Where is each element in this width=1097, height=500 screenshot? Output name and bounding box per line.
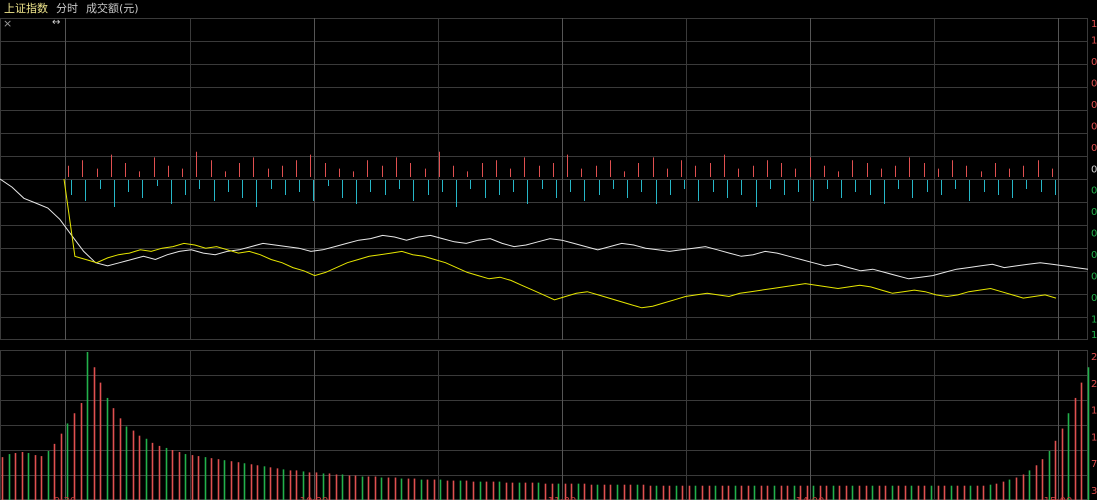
volume-axis-label: 1 [1091, 406, 1097, 417]
chart-header: 上证指数 分时 成交额(元) [0, 0, 1097, 17]
price-line [0, 178, 1089, 280]
average-price-line [63, 178, 1057, 309]
time-axis-label: 10:30 [300, 496, 329, 500]
volume-chart[interactable]: 2211739:3010:3011:3014:0015:00 [0, 350, 1097, 500]
price-axis-label: 0 [1091, 272, 1097, 283]
time-axis-label: 11:30 [548, 496, 577, 500]
price-axis-label: 0 [1091, 229, 1097, 240]
price-axis-label: 0 [1091, 164, 1097, 175]
price-chart[interactable]: 1 1 0 0 0 0 0 0 0 0 0 0 0 0 1 1 [0, 18, 1097, 344]
tab-intraday[interactable]: 分时 [56, 0, 78, 17]
index-title[interactable]: 上证指数 [0, 0, 48, 17]
time-axis-label: 9:30 [54, 496, 76, 500]
price-axis-label: 1 [1091, 315, 1097, 326]
price-axis-label: 0 [1091, 57, 1097, 68]
price-axis-label: 0 [1091, 121, 1097, 132]
price-axis-label: 0 [1091, 100, 1097, 111]
volume-axis-label: 3 [1091, 486, 1097, 497]
volume-axis-label: 2 [1091, 352, 1097, 363]
price-axis-label: 0 [1091, 143, 1097, 154]
price-axis-label: 1 [1091, 330, 1097, 341]
volume-axis-label: 2 [1091, 379, 1097, 390]
price-axis-label: 0 [1091, 207, 1097, 218]
intraday-chart-window: 上证指数 分时 成交额(元) × ↔ 1100000000000011 2211… [0, 0, 1097, 500]
volume-axis-label: 7 [1091, 459, 1097, 470]
indicator-mode-label[interactable]: 成交额(元) [86, 0, 139, 17]
price-axis-label: 0 [1091, 186, 1097, 197]
time-axis-label: 15:00 [1044, 496, 1073, 500]
volume-axis-label: 1 [1091, 432, 1097, 443]
price-axis-label: 1 [1091, 35, 1097, 46]
price-axis-label: 1 [1091, 19, 1097, 30]
price-axis-label: 0 [1091, 293, 1097, 304]
price-axis-label: 0 [1091, 78, 1097, 89]
price-axis-label: 0 [1091, 250, 1097, 261]
time-axis-label: 14:00 [796, 496, 825, 500]
